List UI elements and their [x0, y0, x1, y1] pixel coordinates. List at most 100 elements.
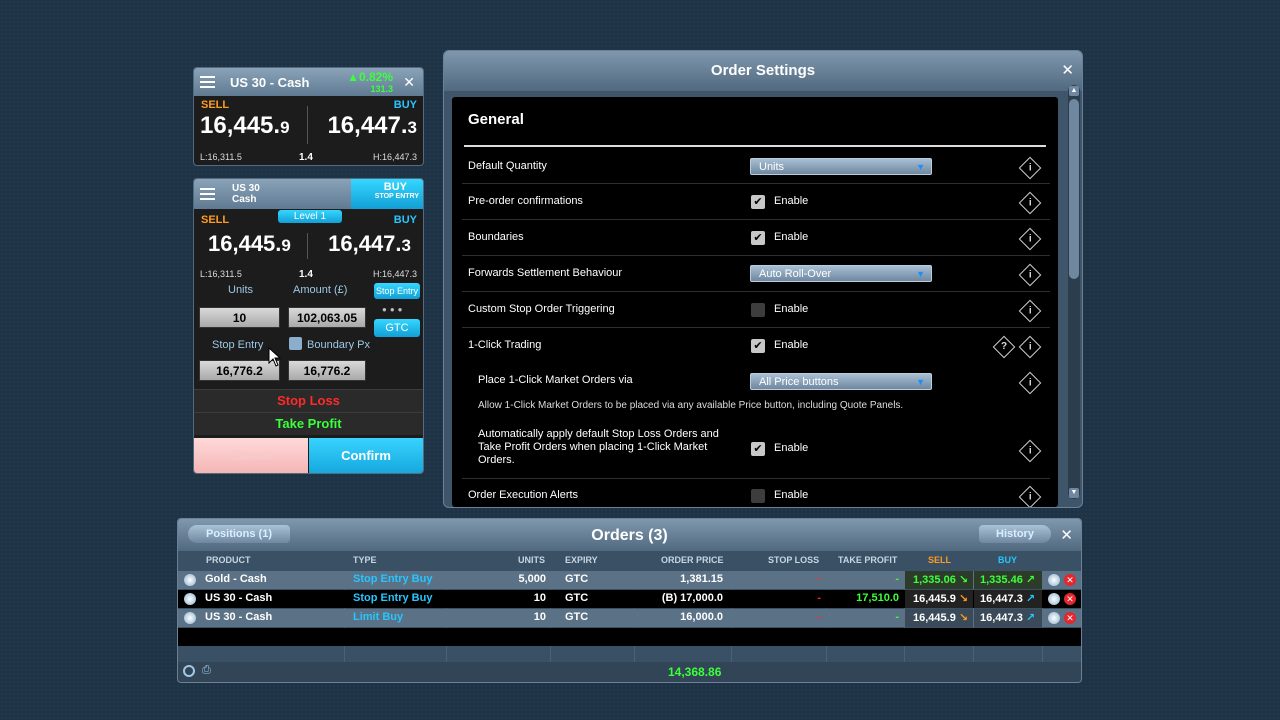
edit-icon[interactable] — [1048, 593, 1060, 605]
empty-row — [178, 628, 1081, 646]
expand-icon[interactable] — [184, 593, 196, 605]
auto-apply-checkbox[interactable]: ✔ — [751, 442, 765, 456]
arrow-down-icon: ↘ — [958, 593, 969, 605]
boundaries-checkbox[interactable]: ✔ — [751, 231, 765, 245]
column-header-take-profit[interactable]: TAKE PROFIT — [838, 555, 897, 565]
setting-pre-order-confirmations: Pre-order confirmations ✔ Enable i — [462, 184, 1050, 220]
help-icon[interactable]: ? — [992, 335, 1016, 359]
sell-price-button[interactable]: 16,445.9 — [208, 231, 291, 257]
price-change: ▲0.82% 131.3 — [347, 71, 393, 95]
orders-header: Positions (1) Orders (3) History ✕ — [178, 519, 1081, 551]
boundary-px-input[interactable]: 16,776.2 — [288, 360, 366, 381]
menu-icon[interactable] — [194, 180, 220, 208]
scroll-down-icon[interactable]: ▼ — [1069, 488, 1079, 498]
info-icon[interactable]: i — [1018, 439, 1042, 463]
amount-input[interactable]: 102,063.05 — [288, 307, 366, 328]
default-quantity-dropdown[interactable]: Units ▼ — [750, 158, 932, 175]
mouse-cursor-icon — [268, 347, 282, 367]
info-icon[interactable]: i — [1018, 485, 1042, 507]
one-click-checkbox[interactable]: ✔ — [751, 339, 765, 353]
custom-stop-checkbox[interactable] — [751, 303, 765, 317]
chevron-down-icon: ▼ — [916, 269, 925, 279]
scroll-up-icon[interactable]: ▲ — [1069, 86, 1079, 96]
buy-price-button[interactable]: 16,447.3 — [327, 112, 417, 140]
buy-price-button[interactable]: 16,447.3 — [328, 231, 411, 257]
take-profit-toggle[interactable]: Take Profit — [194, 412, 423, 435]
info-icon[interactable]: i — [1018, 335, 1042, 359]
column-header-expiry[interactable]: EXPIRY — [565, 555, 598, 565]
chevron-down-icon: ▼ — [916, 162, 925, 172]
order-settings-title: Order Settings — [710, 62, 816, 79]
quote-panel-title: US 30 - Cash — [230, 74, 310, 90]
positions-button[interactable]: Positions (1) — [188, 525, 290, 543]
sell-price-cell[interactable]: 16,445.9 ↘ — [913, 611, 968, 624]
setting-default-quantity: Default Quantity Units ▼ i — [462, 150, 1050, 184]
orders-window: Positions (1) Orders (3) History ✕ PRODU… — [177, 518, 1082, 683]
footer-total: 14,368.86 — [668, 665, 722, 679]
column-header-units[interactable]: UNITS — [518, 555, 545, 565]
order-settings-window: Order Settings ✕ General Default Quantit… — [443, 50, 1083, 508]
buy-price-cell[interactable]: 16,447.3 ↗ — [980, 611, 1035, 624]
sell-price-cell[interactable]: 1,335.06 ↘ — [913, 573, 968, 586]
edit-icon[interactable] — [1048, 612, 1060, 624]
table-row[interactable]: Gold - Cash Stop Entry Buy 5,000 GTC 1,3… — [178, 571, 1081, 589]
order-settings-header: Order Settings ✕ — [444, 51, 1082, 91]
expand-icon[interactable] — [184, 574, 196, 586]
column-header-stop-loss[interactable]: STOP LOSS — [768, 555, 819, 565]
delete-icon[interactable]: ✕ — [1064, 593, 1076, 605]
boundary-checkbox[interactable] — [289, 337, 302, 350]
spread: 1.4 — [299, 152, 313, 163]
buy-price-cell[interactable]: 16,447.3 ↗ — [980, 592, 1035, 605]
delete-icon[interactable]: ✕ — [1064, 612, 1076, 624]
chevron-down-icon: ▼ — [916, 377, 925, 387]
info-icon[interactable]: i — [1018, 227, 1042, 251]
menu-icon[interactable] — [194, 68, 220, 96]
column-header-product[interactable]: PRODUCT — [206, 555, 251, 565]
settings-body: General Default Quantity Units ▼ i Pre-or… — [452, 97, 1058, 507]
table-row[interactable]: US 30 - Cash Stop Entry Buy 10 GTC (B) 1… — [178, 590, 1081, 608]
column-header-order-price[interactable]: ORDER PRICE — [661, 555, 724, 565]
high-price: H:16,447.3 — [372, 269, 417, 279]
stop-entry-label: Stop Entry — [212, 339, 264, 351]
price-change-points: 131.3 — [370, 84, 393, 94]
execution-alerts-checkbox[interactable] — [751, 489, 765, 503]
info-icon[interactable]: i — [1018, 371, 1042, 395]
arrow-down-icon: ↘ — [958, 574, 969, 586]
column-header-sell[interactable]: SELL — [928, 555, 951, 565]
stop-loss-toggle[interactable]: Stop Loss — [194, 389, 423, 412]
print-icon[interactable]: ⎙ — [202, 664, 211, 677]
cancel-button[interactable]: Cancel — [194, 438, 308, 473]
sell-price-button[interactable]: 16,445.9 — [200, 112, 290, 140]
units-label: Units — [228, 284, 254, 296]
expand-icon[interactable] — [184, 612, 196, 624]
stop-entry-button[interactable]: Stop Entry — [374, 283, 420, 299]
units-input[interactable]: 10 — [199, 307, 280, 328]
confirm-button[interactable]: Confirm — [309, 438, 423, 473]
forwards-settlement-dropdown[interactable]: Auto Roll-Over ▼ — [750, 265, 932, 282]
sell-price-cell[interactable]: 16,445.9 ↘ — [913, 592, 968, 605]
close-icon[interactable]: ✕ — [403, 74, 415, 91]
info-icon[interactable]: i — [1018, 191, 1042, 215]
info-icon[interactable]: i — [1018, 263, 1042, 287]
price-change-percent: ▲0.82% — [347, 70, 393, 84]
history-button[interactable]: History — [979, 525, 1051, 543]
settings-scrollbar[interactable]: ▲ ▼ — [1068, 85, 1080, 499]
arrow-down-icon: ↘ — [958, 612, 969, 624]
edit-icon[interactable] — [1048, 574, 1060, 586]
settings-icon[interactable] — [183, 665, 195, 677]
column-header-buy[interactable]: BUY — [998, 555, 1017, 565]
buy-price-cell[interactable]: 1,335.46 ↗ — [980, 573, 1035, 586]
scrollbar-thumb[interactable] — [1069, 99, 1079, 279]
table-row[interactable]: US 30 - Cash Limit Buy 10 GTC 16,000.0 -… — [178, 609, 1081, 627]
close-icon[interactable]: ✕ — [1060, 519, 1073, 553]
place-one-click-dropdown[interactable]: All Price buttons ▼ — [750, 373, 932, 390]
boundary-px-label: Boundary Px — [307, 339, 370, 351]
info-icon[interactable]: i — [1018, 299, 1042, 323]
gtc-button[interactable]: GTC — [374, 319, 420, 337]
setting-custom-stop-triggering: Custom Stop Order Triggering Enable i — [462, 292, 1050, 328]
ticket-prices: SELL BUY 16,445.9 16,447.3 L:16,311.5 1.… — [194, 209, 423, 280]
delete-icon[interactable]: ✕ — [1064, 574, 1076, 586]
column-header-type[interactable]: TYPE — [353, 555, 377, 565]
info-icon[interactable]: i — [1018, 156, 1042, 180]
pre-order-checkbox[interactable]: ✔ — [751, 195, 765, 209]
